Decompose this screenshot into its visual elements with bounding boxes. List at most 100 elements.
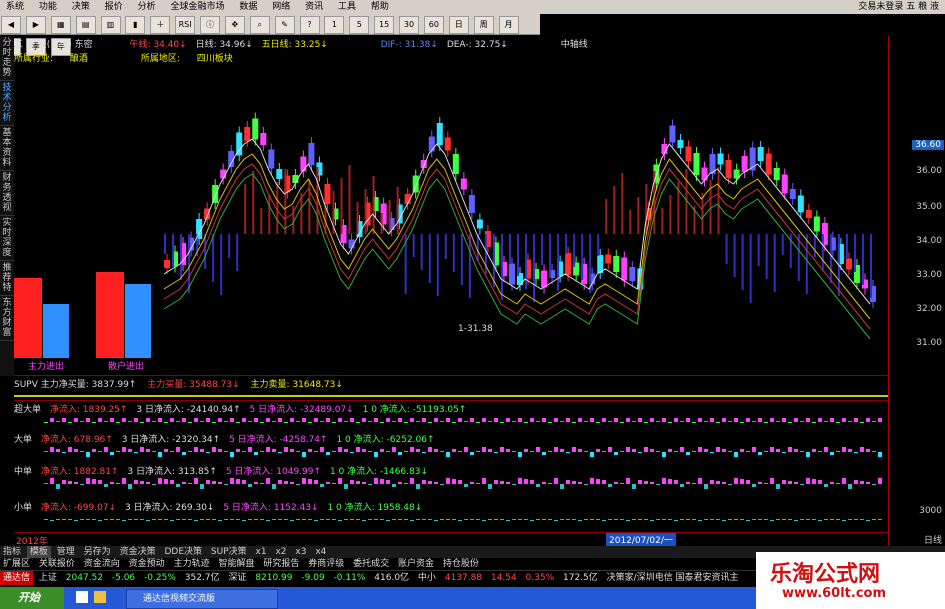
menu-item-analysis[interactable]: 分析 [132,0,162,14]
flow-bar [74,449,78,452]
tab-x2[interactable]: x2 [272,546,289,558]
flow-bar [290,520,294,521]
flow-bar [140,447,144,452]
tab-recommend[interactable]: 推荐特 [0,261,14,296]
flow-bar [464,421,468,422]
info-icon[interactable]: ⓘ [200,16,220,34]
rsi-button[interactable]: RSI [175,16,196,34]
flow-bar [350,519,354,520]
link-fund-flow[interactable]: 资金流向 [81,558,123,570]
tab-x3[interactable]: x3 [292,546,309,558]
flow-bar [854,418,858,422]
macd-value-label: 1-31.38 [458,324,493,334]
menu-item-quote[interactable]: 报价 [99,0,129,14]
menu-item-system[interactable]: 系统 [0,0,30,14]
flow-bar [614,482,618,484]
tab-dde-decision[interactable]: DDE决策 [161,546,205,558]
flow-bar [626,478,630,484]
bars-icon[interactable]: ▥ [100,16,121,34]
flow-bar [818,451,822,452]
menu-item-global-market[interactable]: 全球金融市场 [164,0,230,14]
link-broker-rating[interactable]: 券商评级 [305,558,347,570]
link-main-track[interactable]: 主力轨迹 [171,558,213,570]
link-related-quote[interactable]: 关联报价 [36,558,78,570]
link-smart-analysis[interactable]: 智能解盘 [215,558,257,570]
flow-bar [56,519,60,520]
forward-icon[interactable]: ▶ [25,16,46,34]
start-button[interactable]: 开始 [0,587,64,609]
menu-item-function[interactable]: 功能 [33,0,63,14]
flow-bar [656,484,660,485]
candle-icon[interactable]: ▮ [125,16,146,34]
flow-bar [332,519,336,520]
flow-bar [644,422,648,423]
link-orders[interactable]: 委托成交 [350,558,392,570]
flow-bar [104,421,108,422]
tab-fund-decision[interactable]: 资金决策 [117,546,159,558]
tab-fundamentals[interactable]: 基本资料 [0,126,14,171]
chart-icon[interactable]: ▦ [50,16,71,34]
link-research-report[interactable]: 研究报告 [260,558,302,570]
link-extension[interactable]: 扩展区 [0,558,33,570]
tab-template[interactable]: 模板 [26,546,51,558]
zoom-in-icon[interactable]: ＋ [150,16,171,34]
flow-bar [848,421,852,422]
flow-bar [788,519,792,520]
tab-save-as[interactable]: 另存为 [81,546,114,558]
flow-bar [410,520,414,521]
link-holdings[interactable]: 持仓股份 [440,558,482,570]
index-sz-pct: -0.11% [333,573,366,583]
flow-bar [506,520,510,521]
period-month-button[interactable]: 月 [498,16,519,34]
link-account-funds[interactable]: 账户资金 [395,558,437,570]
tab-eastmoney[interactable]: 东方财富 [0,296,14,341]
tab-x4[interactable]: x4 [312,546,329,558]
tab-depth[interactable]: 实时深度 [0,216,14,261]
menu-item-tools[interactable]: 工具 [332,0,362,14]
link-fund-forecast[interactable]: 资金预动 [126,558,168,570]
menu-item-help[interactable]: 帮助 [365,0,395,14]
macd-bar [420,234,423,270]
back-icon[interactable]: ◀ [1,16,21,34]
menu-item-network[interactable]: 网络 [266,0,296,14]
flow-bar [260,451,264,452]
period-60min-button[interactable]: 60 [423,16,444,34]
period-30min-button[interactable]: 30 [399,16,419,34]
flow-bar [758,452,762,455]
menu-item-data[interactable]: 数据 [233,0,263,14]
help-icon[interactable]: ? [299,16,320,34]
index-sme-value: 4137.88 [444,573,483,583]
period-15min-button[interactable]: 15 [374,16,395,34]
flow-bar [608,484,612,487]
flow-bar [746,480,750,484]
macd-bar [581,234,584,280]
menu-item-decision[interactable]: 决策 [66,0,96,14]
tab-manage[interactable]: 管理 [54,546,78,558]
flow-bar [620,483,624,484]
tab-indicator[interactable]: 指标 [0,546,24,558]
macd-bar [813,234,816,257]
menu-item-news[interactable]: 资讯 [299,0,329,14]
kline-chart[interactable] [14,64,888,374]
taskbar-item-tdx[interactable]: 通达信视频交流版 [126,589,278,609]
flow-bar [536,519,540,520]
period-1min-button[interactable]: 1 [324,16,345,34]
tab-intraday[interactable]: 分时走势 [0,36,14,81]
tab-sup-decision[interactable]: SUP决策 [208,546,250,558]
grid-icon[interactable]: ▤ [75,16,96,34]
tab-x1[interactable]: x1 [253,546,270,558]
tab-financials[interactable]: 财务透视 [0,171,14,216]
folder-icon[interactable] [94,591,106,603]
macd-bar [236,234,239,271]
period-day-button[interactable]: 日 [448,16,469,34]
move-icon[interactable]: ✥ [224,16,245,34]
flow-bar [260,519,264,520]
tab-technical[interactable]: 技术分析 [0,81,14,126]
flow-bar [728,484,732,485]
magnify-icon[interactable]: ⌕ [249,16,270,34]
period-week-button[interactable]: 周 [473,16,494,34]
flow-bar [50,447,54,452]
period-5min-button[interactable]: 5 [349,16,370,34]
wrench-icon[interactable]: ✎ [274,16,295,34]
desktop-icon[interactable] [76,591,88,603]
